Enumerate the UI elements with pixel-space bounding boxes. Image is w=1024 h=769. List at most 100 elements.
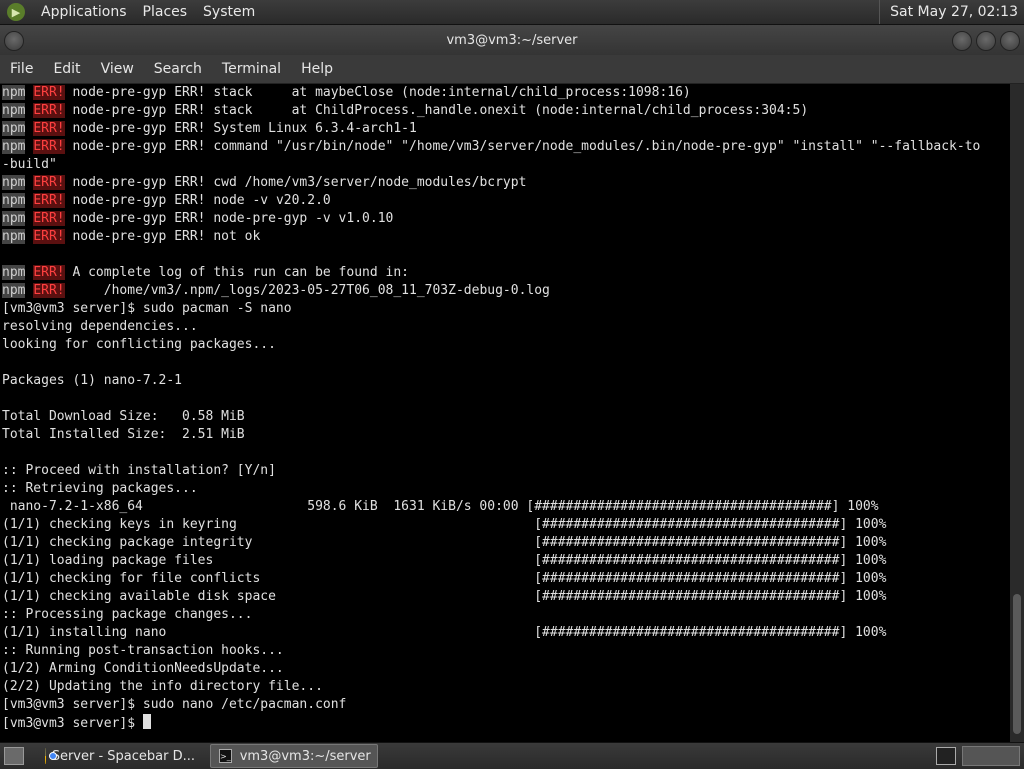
err-tag: ERR!: [33, 139, 65, 154]
terminal-line: :: Retrieving packages...: [0, 480, 1010, 498]
terminal-line: Packages (1) nano-7.2-1: [0, 372, 1010, 390]
terminal-line-text: nano-7.2-1-x86_64 598.6 KiB 1631 KiB/s 0…: [2, 499, 879, 514]
terminal-line-text: Total Download Size: 0.58 MiB: [2, 409, 245, 424]
terminal-line-text: (1/1) checking keys in keyring [########…: [2, 517, 887, 532]
terminal-line: (1/1) checking package integrity [######…: [0, 534, 1010, 552]
terminal-output[interactable]: npm ERR! node-pre-gyp ERR! stack at mayb…: [0, 84, 1010, 742]
terminal-line: npm ERR! node-pre-gyp ERR! node -v v20.2…: [0, 192, 1010, 210]
terminal-line: looking for conflicting packages...: [0, 336, 1010, 354]
top-panel: ▶ Applications Places System Sat May 27,…: [0, 0, 1024, 25]
terminal-line-text: looking for conflicting packages...: [2, 337, 276, 352]
task-label: Server - Spacebar D...: [51, 748, 195, 764]
workspace-switcher[interactable]: [962, 746, 1020, 766]
terminal-line: :: Processing package changes...: [0, 606, 1010, 624]
err-tag: ERR!: [33, 229, 65, 244]
clock[interactable]: Sat May 27, 02:13: [879, 0, 1018, 24]
terminal-line-text: (1/1) checking available disk space [###…: [2, 589, 887, 604]
show-desktop-icon[interactable]: [4, 747, 24, 765]
err-tag: ERR!: [33, 85, 65, 100]
npm-tag: npm: [2, 229, 26, 244]
err-tag: ERR!: [33, 103, 65, 118]
terminal-line: npm ERR! node-pre-gyp ERR! command "/usr…: [0, 138, 1010, 156]
terminal-line: :: Proceed with installation? [Y/n]: [0, 462, 1010, 480]
terminal-line-text: node-pre-gyp ERR! cwd /home/vm3/server/n…: [64, 175, 527, 190]
menu-view[interactable]: View: [91, 61, 144, 77]
chrome-icon: [45, 748, 54, 764]
terminal-line-text: (1/1) loading package files [###########…: [2, 553, 887, 568]
terminal-line: [vm3@vm3 server]$ sudo pacman -S nano: [0, 300, 1010, 318]
terminal-line-text: node-pre-gyp ERR! stack at maybeClose (n…: [64, 85, 691, 100]
terminal-line: (2/2) Updating the info directory file..…: [0, 678, 1010, 696]
tray-terminal-icon[interactable]: [936, 747, 956, 765]
minimize-button[interactable]: [952, 31, 972, 51]
terminal-line: Total Download Size: 0.58 MiB: [0, 408, 1010, 426]
npm-tag: npm: [2, 265, 26, 280]
npm-tag: npm: [2, 85, 26, 100]
terminal-line-text: node-pre-gyp ERR! not ok: [64, 229, 261, 244]
npm-tag: npm: [2, 175, 26, 190]
terminal-line: Total Installed Size: 2.51 MiB: [0, 426, 1010, 444]
window-titlebar[interactable]: vm3@vm3:~/server: [0, 25, 1024, 55]
npm-tag: npm: [2, 283, 26, 298]
terminal-line: npm ERR! node-pre-gyp ERR! cwd /home/vm3…: [0, 174, 1010, 192]
terminal-line-text: [vm3@vm3 server]$ sudo nano /etc/pacman.…: [2, 697, 347, 712]
terminal-line: (1/1) installing nano [#################…: [0, 624, 1010, 642]
task-label: vm3@vm3:~/server: [239, 748, 371, 764]
terminal-line-text: [vm3@vm3 server]$ sudo pacman -S nano: [2, 301, 292, 316]
npm-tag: npm: [2, 211, 26, 226]
terminal-line-text: [vm3@vm3 server]$: [2, 716, 143, 731]
terminal-line: npm ERR! node-pre-gyp ERR! node-pre-gyp …: [0, 210, 1010, 228]
terminal-line-text: :: Retrieving packages...: [2, 481, 198, 496]
terminal-line: (1/1) loading package files [###########…: [0, 552, 1010, 570]
text-cursor: [142, 714, 151, 729]
menu-help[interactable]: Help: [291, 61, 343, 77]
terminal-line-text: (1/1) installing nano [#################…: [2, 625, 887, 640]
scrollbar-thumb[interactable]: [1013, 594, 1021, 734]
terminal-line-text: resolving dependencies...: [2, 319, 198, 334]
terminal-line-text: node-pre-gyp ERR! stack at ChildProcess.…: [64, 103, 809, 118]
terminal-line: nano-7.2-1-x86_64 598.6 KiB 1631 KiB/s 0…: [0, 498, 1010, 516]
terminal-line: npm ERR! A complete log of this run can …: [0, 264, 1010, 282]
err-tag: ERR!: [33, 265, 65, 280]
task-browser[interactable]: Server - Spacebar D...: [36, 744, 204, 768]
bottom-panel: Server - Spacebar D... >_ vm3@vm3:~/serv…: [0, 742, 1024, 769]
npm-tag: npm: [2, 139, 26, 154]
terminal-line: (1/2) Arming ConditionNeedsUpdate...: [0, 660, 1010, 678]
terminal-line-text: Total Installed Size: 2.51 MiB: [2, 427, 245, 442]
err-tag: ERR!: [33, 175, 65, 190]
npm-tag: npm: [2, 193, 26, 208]
terminal-line: -build": [0, 156, 1010, 174]
terminal-line: (1/1) checking keys in keyring [########…: [0, 516, 1010, 534]
places-menu[interactable]: Places: [135, 4, 196, 20]
terminal-line: npm ERR! node-pre-gyp ERR! stack at Chil…: [0, 102, 1010, 120]
npm-tag: npm: [2, 103, 26, 118]
terminal-line-text: node-pre-gyp ERR! node -v v20.2.0: [64, 193, 331, 208]
maximize-button[interactable]: [976, 31, 996, 51]
menu-edit[interactable]: Edit: [43, 61, 90, 77]
distro-logo-icon[interactable]: ▶: [7, 3, 25, 21]
terminal-line-text: Packages (1) nano-7.2-1: [2, 373, 183, 388]
err-tag: ERR!: [33, 193, 65, 208]
terminal-line: npm ERR! /home/vm3/.npm/_logs/2023-05-27…: [0, 282, 1010, 300]
close-button[interactable]: [1000, 31, 1020, 51]
system-menu[interactable]: System: [195, 4, 263, 20]
terminal-line-text: (2/2) Updating the info directory file..…: [2, 679, 323, 694]
terminal-line-text: (1/1) checking for file conflicts [#####…: [2, 571, 887, 586]
terminal-line: (1/1) checking for file conflicts [#####…: [0, 570, 1010, 588]
window-title: vm3@vm3:~/server: [446, 32, 578, 48]
terminal-line-text: node-pre-gyp ERR! command "/usr/bin/node…: [64, 139, 981, 154]
terminal-line-text: node-pre-gyp ERR! System Linux 6.3.4-arc…: [64, 121, 417, 136]
terminal-line: [vm3@vm3 server]$: [0, 714, 1010, 732]
menu-file[interactable]: File: [0, 61, 43, 77]
window-menu-icon[interactable]: [4, 31, 24, 51]
npm-tag: npm: [2, 121, 26, 136]
terminal-scrollbar[interactable]: [1010, 84, 1024, 742]
terminal-line-text: :: Running post-transaction hooks...: [2, 643, 284, 658]
applications-menu[interactable]: Applications: [33, 4, 135, 20]
menu-terminal[interactable]: Terminal: [212, 61, 291, 77]
task-terminal[interactable]: >_ vm3@vm3:~/server: [210, 744, 378, 768]
menu-search[interactable]: Search: [144, 61, 212, 77]
